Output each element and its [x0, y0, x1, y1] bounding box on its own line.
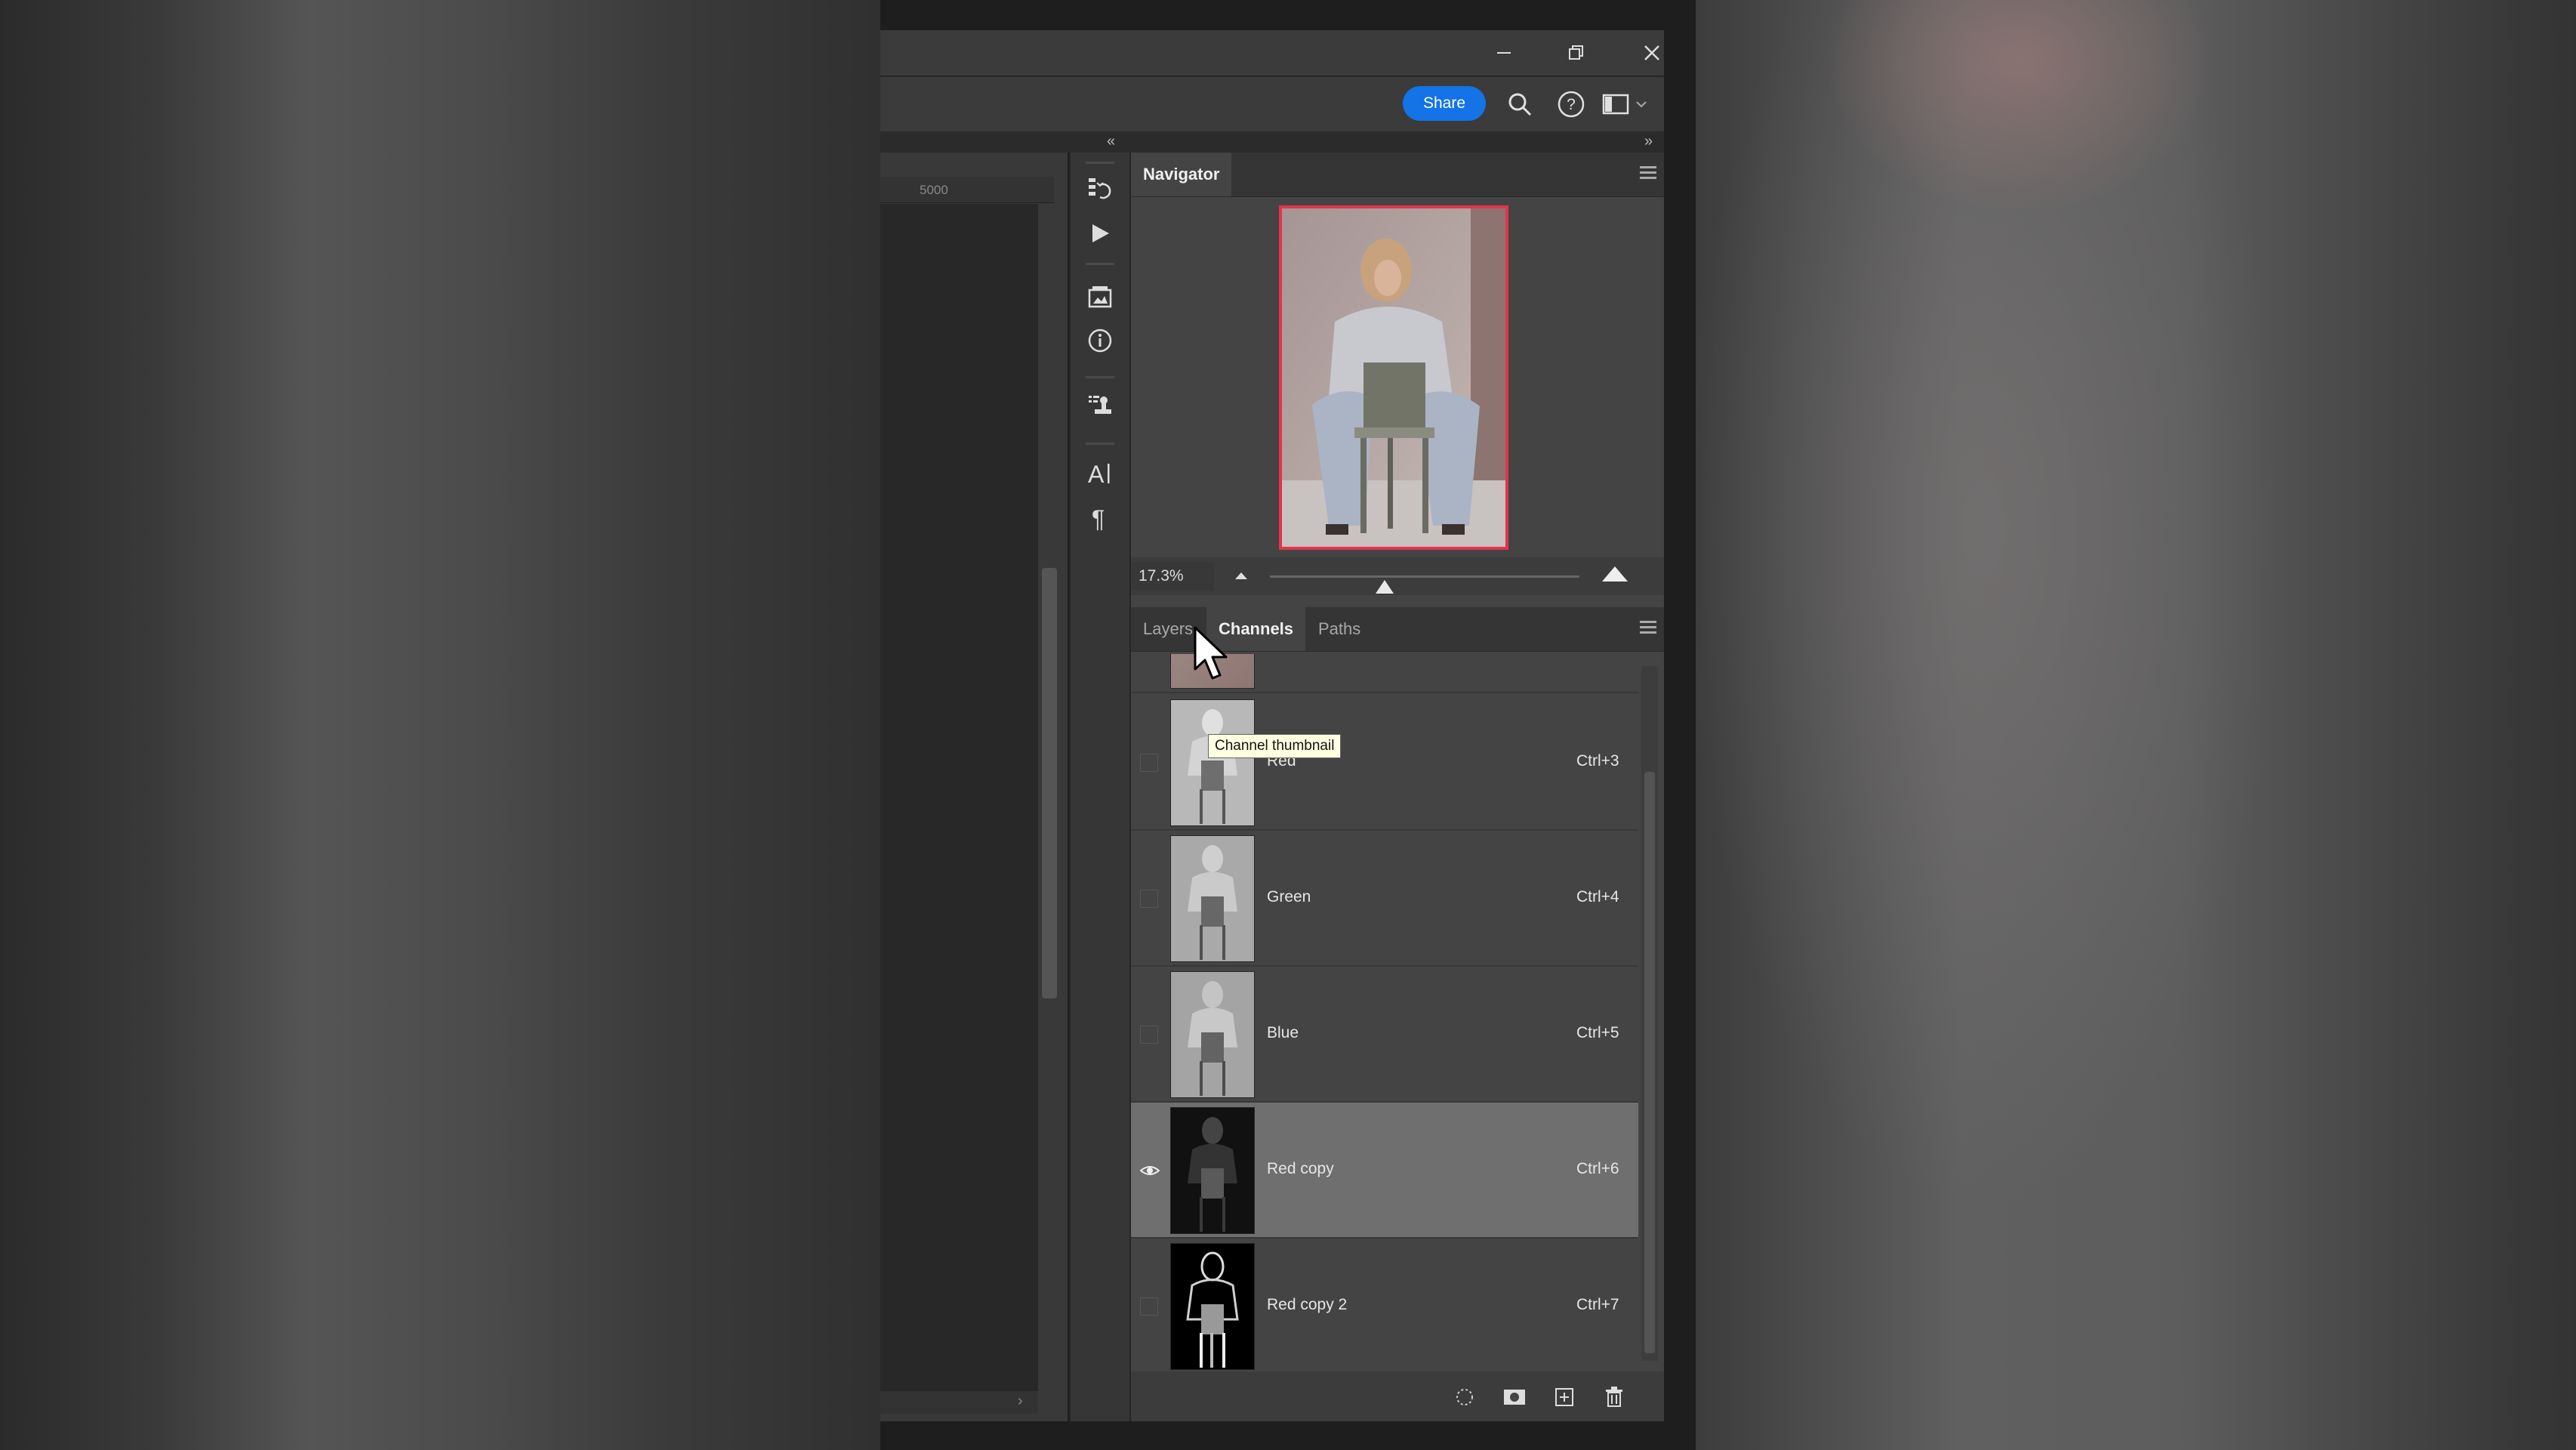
channels-scroll-thumb[interactable] — [1644, 772, 1655, 1353]
bottom-edge — [880, 1421, 1696, 1450]
libraries-icon[interactable] — [1080, 276, 1120, 317]
collapsed-panel-strip: A ¶ — [1069, 153, 1131, 1421]
share-button[interactable]: Share — [1403, 86, 1486, 121]
chevron-down-icon[interactable] — [1632, 85, 1650, 124]
visibility-toggle[interactable] — [1140, 754, 1158, 772]
channel-row-red[interactable]: Red Ctrl+3 — [1131, 695, 1638, 831]
load-selection-icon[interactable] — [1450, 1382, 1480, 1412]
zoom-in-icon[interactable] — [1602, 566, 1628, 582]
navigator-preview[interactable] — [1279, 205, 1508, 550]
document-scroll-thumb[interactable] — [1042, 568, 1057, 998]
navigator-zoom-row — [1131, 557, 1664, 595]
channel-row-blue[interactable]: Blue Ctrl+5 — [1131, 967, 1638, 1103]
svg-text:?: ? — [1567, 96, 1576, 113]
collapse-left-icon[interactable]: « — [1107, 133, 1115, 150]
navigator-menu-icon[interactable] — [1640, 166, 1656, 181]
svg-text:A: A — [1088, 461, 1105, 486]
title-bar — [880, 30, 1664, 77]
channel-shortcut: Ctrl+4 — [1576, 888, 1619, 905]
right-panel-dock: Navigator 17.3% Layers Channels Paths Re… — [1131, 153, 1664, 1421]
channel-row-red-copy[interactable]: Red copy Ctrl+6 — [1131, 1103, 1638, 1239]
search-icon[interactable] — [1501, 85, 1539, 124]
channels-menu-icon[interactable] — [1640, 621, 1656, 636]
channel-thumbnail[interactable] — [1170, 971, 1255, 1098]
play-actions-icon[interactable] — [1080, 213, 1120, 254]
channel-thumbnail-image — [1171, 972, 1254, 1097]
panel-dock-bar: « » — [880, 131, 1664, 153]
save-selection-icon[interactable] — [1499, 1382, 1530, 1412]
photoshop-window: Share ? « » 5000 › A ¶ Navigator 17.3% L… — [880, 0, 1696, 1450]
channel-name: Red copy 2 — [1267, 1296, 1348, 1313]
app-bar: Share ? — [880, 77, 1664, 131]
paragraph-icon[interactable]: ¶ — [1080, 498, 1120, 539]
workspace-icon[interactable] — [1598, 85, 1635, 124]
document-area: 5000 › — [880, 153, 1068, 1421]
strip-grip[interactable] — [1086, 443, 1114, 445]
channel-thumbnail-image — [1171, 1108, 1254, 1233]
chevron-right-icon[interactable]: › — [1018, 1393, 1023, 1410]
channel-shortcut: Ctrl+7 — [1576, 1296, 1619, 1313]
document-canvas[interactable] — [880, 204, 1038, 1391]
zoom-out-icon[interactable] — [1235, 572, 1247, 579]
channel-thumbnail-image — [1171, 1244, 1254, 1369]
background-blur-left — [0, 0, 880, 1450]
channel-thumbnail-image — [1171, 700, 1254, 825]
channel-row-red-copy-2[interactable]: Red copy 2 Ctrl+7 — [1131, 1239, 1638, 1371]
restore-icon[interactable] — [1546, 30, 1607, 76]
help-icon[interactable]: ? — [1552, 85, 1590, 124]
channel-thumbnail[interactable] — [1170, 1107, 1255, 1234]
channel-name: Green — [1267, 888, 1311, 905]
eye-icon[interactable] — [1140, 1162, 1160, 1180]
channel-name: Red copy — [1267, 1160, 1334, 1177]
close-icon[interactable] — [1622, 30, 1682, 76]
channel-list: Red Ctrl+3 Green Ctrl+4 Blue Ctrl+5 Red … — [1131, 654, 1664, 1371]
channel-shortcut: Ctrl+3 — [1576, 752, 1619, 770]
channels-footer — [1131, 1371, 1664, 1421]
channel-shortcut: Ctrl+6 — [1576, 1160, 1619, 1177]
tab-navigator[interactable]: Navigator — [1131, 153, 1232, 196]
mouse-pointer-icon — [1193, 625, 1231, 683]
channel-thumbnail-tooltip: Channel thumbnail — [1208, 734, 1342, 758]
clone-source-icon[interactable] — [1080, 385, 1120, 426]
navigator-tab-row: Navigator — [1131, 153, 1664, 197]
channel-row-green[interactable]: Green Ctrl+4 — [1131, 831, 1638, 967]
strip-grip[interactable] — [1086, 162, 1114, 164]
tab-paths[interactable]: Paths — [1306, 607, 1373, 651]
channel-shortcut: Ctrl+5 — [1576, 1024, 1619, 1041]
visibility-toggle[interactable] — [1140, 1026, 1158, 1044]
channel-name: Blue — [1267, 1024, 1299, 1041]
zoom-level-field[interactable] — [1131, 562, 1214, 591]
character-icon[interactable]: A — [1080, 453, 1120, 494]
channel-thumbnail-image — [1171, 836, 1254, 961]
zoom-slider-thumb[interactable] — [1375, 580, 1394, 594]
delete-channel-icon[interactable] — [1599, 1382, 1629, 1412]
zoom-slider-track[interactable] — [1270, 575, 1579, 578]
visibility-toggle[interactable] — [1140, 890, 1158, 908]
channel-thumbnail[interactable] — [1170, 1243, 1255, 1370]
horizontal-ruler: 5000 — [880, 177, 1054, 203]
channel-thumbnail[interactable] — [1170, 699, 1255, 826]
preview-image — [1282, 208, 1505, 547]
strip-grip[interactable] — [1086, 376, 1114, 378]
visibility-toggle[interactable] — [1140, 1297, 1158, 1316]
ruler-mark: 5000 — [920, 183, 948, 197]
info-icon[interactable] — [1080, 320, 1120, 361]
expand-right-icon[interactable]: » — [1644, 133, 1653, 150]
minimize-icon[interactable] — [1474, 30, 1534, 76]
strip-grip[interactable] — [1086, 263, 1114, 265]
history-icon[interactable] — [1080, 169, 1120, 210]
channel-thumbnail[interactable] — [1170, 835, 1255, 962]
new-channel-icon[interactable] — [1549, 1382, 1579, 1412]
background-blur-right — [1696, 0, 2576, 1450]
svg-text:¶: ¶ — [1092, 506, 1105, 532]
document-horizontal-scrollbar[interactable]: › — [880, 1391, 1037, 1414]
